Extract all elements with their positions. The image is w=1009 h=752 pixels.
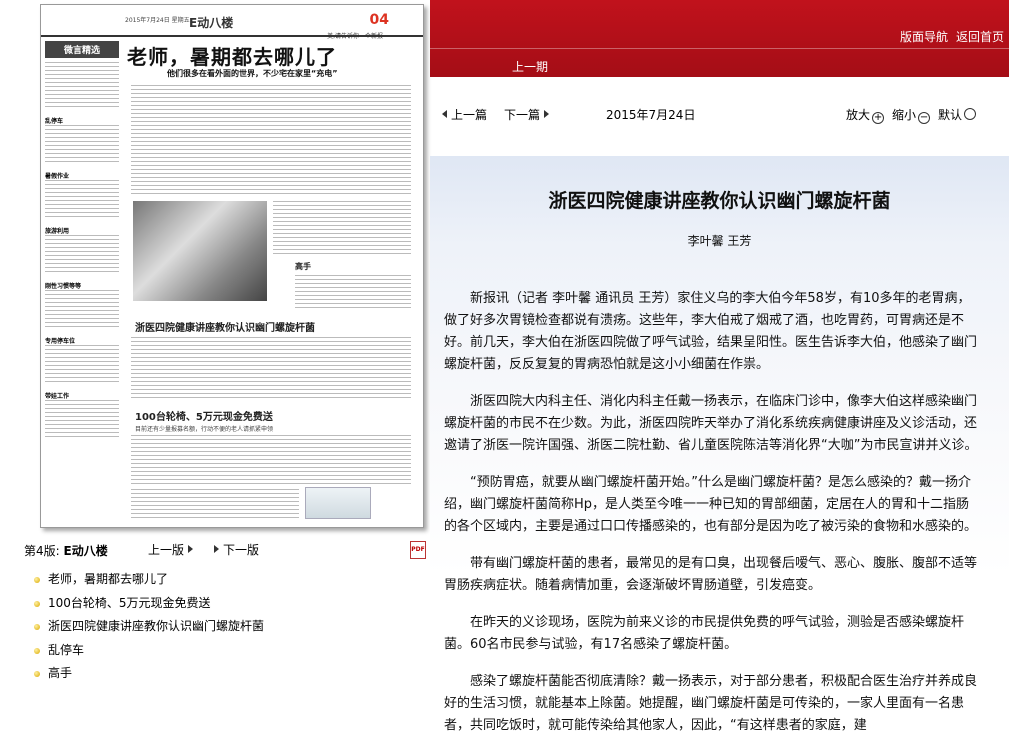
bullet-icon [34, 647, 40, 654]
zoom-out-button[interactable]: 缩小 − [892, 106, 931, 124]
back-home-link[interactable]: 返回首页 [956, 28, 1004, 45]
newspaper-story-title: 浙医四院健康讲座教你认识幽门螺旋杆菌 [135, 323, 315, 334]
prev-page-label: 上一版 [148, 543, 185, 557]
newspaper-story-title: 100台轮椅、5万元现金免费送 [135, 412, 273, 423]
newspaper-sidebar-title: 微言精选 [45, 41, 119, 58]
article-list-item[interactable]: 老师，暑期都去哪儿了 [28, 570, 418, 594]
newspaper-sidebar-heading: 带娃工作 [45, 393, 70, 400]
article-paragraph: 新报讯（记者 李叶馨 通讯员 王芳）家住义乌的李大伯今年58岁，有10多年的老胃… [444, 291, 978, 372]
newspaper-text-block [273, 201, 411, 257]
current-page-label: 第4版: E动八楼 [24, 542, 108, 559]
newspaper-date: 2015年7月24日 星期五 [125, 17, 190, 24]
newspaper-page-thumbnail[interactable]: 2015年7月24日 星期五 E动八楼 04 美,请告诉你一个新报 微言精选 乱… [40, 4, 424, 528]
newspaper-sidebar-heading: 旅游利用 [45, 228, 70, 235]
left-panel: 2015年7月24日 星期五 E动八楼 04 美,请告诉你一个新报 微言精选 乱… [0, 0, 430, 751]
newspaper-text-block [131, 489, 299, 519]
prev-article-button[interactable]: 上一篇 [442, 106, 487, 123]
newspaper-text-block [45, 180, 119, 220]
article-title: 浙医四院健康讲座教你认识幽门螺旋杆菌 [548, 190, 891, 212]
article-paragraph: 浙医四院大内科主任、消化内科主任戴一扬表示，在临床门诊中，像李大伯这样感染幽门螺… [444, 394, 978, 453]
newspaper-text-block [295, 275, 411, 311]
arrow-right-icon [214, 545, 219, 553]
previous-issue-link[interactable]: 上一期 [512, 58, 548, 75]
newspaper-page-number: 04 [369, 12, 389, 28]
article-paragraph: 带有幽门螺旋杆菌的患者，最常见的是有口臭，出现餐后嗳气、恶心、腹胀、腹部不适等胃… [444, 556, 978, 593]
zoom-in-icon: + [872, 112, 885, 124]
newspaper-text-block [45, 125, 119, 165]
arrow-right-icon [188, 545, 194, 553]
newspaper-text-block [131, 435, 411, 485]
newspaper-text-block [45, 400, 119, 440]
layout-nav-link[interactable]: 版面导航 [900, 28, 948, 45]
newspaper-subheadline: 他们很多在看外面的世界，不少宅在家里“充电” [167, 69, 338, 78]
newspaper-sidebar-heading: 专用停车位 [45, 338, 76, 345]
next-page-button[interactable]: 下一版 [214, 541, 259, 558]
newspaper-sidebar-heading: 暑假作业 [45, 173, 70, 180]
next-article-button[interactable]: 下一篇 [504, 106, 550, 123]
newspaper-photo [133, 201, 267, 301]
default-size-button[interactable]: 默认 [938, 106, 977, 123]
arrow-left-icon [442, 110, 447, 118]
prev-page-button[interactable]: 上一版 [148, 541, 194, 558]
newspaper-text-block [45, 62, 119, 110]
article-paragraph: 在昨天的义诊现场，医院为前来义诊的市民提供免费的呼气试验，测验是否感染螺旋杆菌。… [444, 615, 965, 652]
newspaper-text-block [45, 345, 119, 385]
newspaper-text-block [45, 235, 119, 275]
article-paragraph: 感染了螺旋杆菌能否彻底清除？戴一扬表示，对于部分患者，积极配合医生治疗并养成良好… [444, 674, 978, 733]
default-size-icon [964, 108, 977, 120]
newspaper-section: E动八楼 [189, 16, 234, 30]
article-list-item[interactable]: 高手 [28, 664, 418, 688]
newspaper-text-block [131, 85, 411, 195]
newspaper-text-block [131, 337, 411, 401]
newspaper-ad [305, 487, 371, 519]
newspaper-sidebar: 微言精选 乱停车 暑假作业 旅游利用 刚性习惯等等 专用停车位 带娃工作 [45, 41, 119, 521]
article-authors: 李叶馨 王芳 [687, 234, 752, 248]
zoom-in-button[interactable]: 放大 + [846, 106, 885, 124]
header-bar: 版面导航 返回首页 上一期 [430, 0, 1009, 77]
header-divider [430, 48, 1009, 49]
newspaper-story-subtitle: 目前还有少量报募名额，行动不便的老人请抓紧申领 [135, 426, 274, 433]
pdf-download-icon[interactable]: PDF [410, 541, 426, 559]
newspaper-sidebar-heading: 乱停车 [45, 118, 64, 125]
page-prefix: 第4版: [24, 544, 60, 558]
article-paragraph: “预防胃癌，就要从幽门螺旋杆菌开始。”什么是幽门螺旋杆菌？是怎么感染的？戴一扬介… [444, 475, 978, 534]
newspaper-slogan: 美,请告诉你一个新报 [327, 33, 383, 40]
article-list: 老师，暑期都去哪儿了 100台轮椅、5万元现金免费送 浙医四院健康讲座教你认识幽… [28, 570, 418, 688]
article-list-item[interactable]: 浙医四院健康讲座教你认识幽门螺旋杆菌 [28, 617, 418, 641]
arrow-right-icon [544, 110, 550, 118]
bullet-icon [34, 577, 40, 583]
article-list-item[interactable]: 100台轮椅、5万元现金免费送 [28, 594, 418, 618]
bullet-icon [34, 671, 40, 677]
newspaper-text-block [45, 290, 119, 330]
newspaper-masthead: 2015年7月24日 星期五 E动八楼 04 美,请告诉你一个新报 [41, 5, 423, 40]
newspaper-sidebar-heading: 刚性习惯等等 [45, 283, 82, 290]
article-body: 新报讯（记者 李叶馨 通讯员 王芳）家住义乌的李大伯今年58岁，有10多年的老胃… [444, 288, 980, 752]
issue-date: 2015年7月24日 [606, 108, 696, 122]
article-list-item[interactable]: 乱停车 [28, 641, 418, 665]
newspaper-headline: 老师，暑期都去哪儿了 [127, 45, 337, 69]
newspaper-photo-caption: 高手 [295, 262, 311, 271]
page-name: E动八楼 [63, 544, 108, 558]
zoom-out-icon: − [918, 112, 931, 124]
next-page-label: 下一版 [223, 543, 260, 557]
bullet-icon [34, 624, 40, 630]
bullet-icon [34, 600, 40, 607]
